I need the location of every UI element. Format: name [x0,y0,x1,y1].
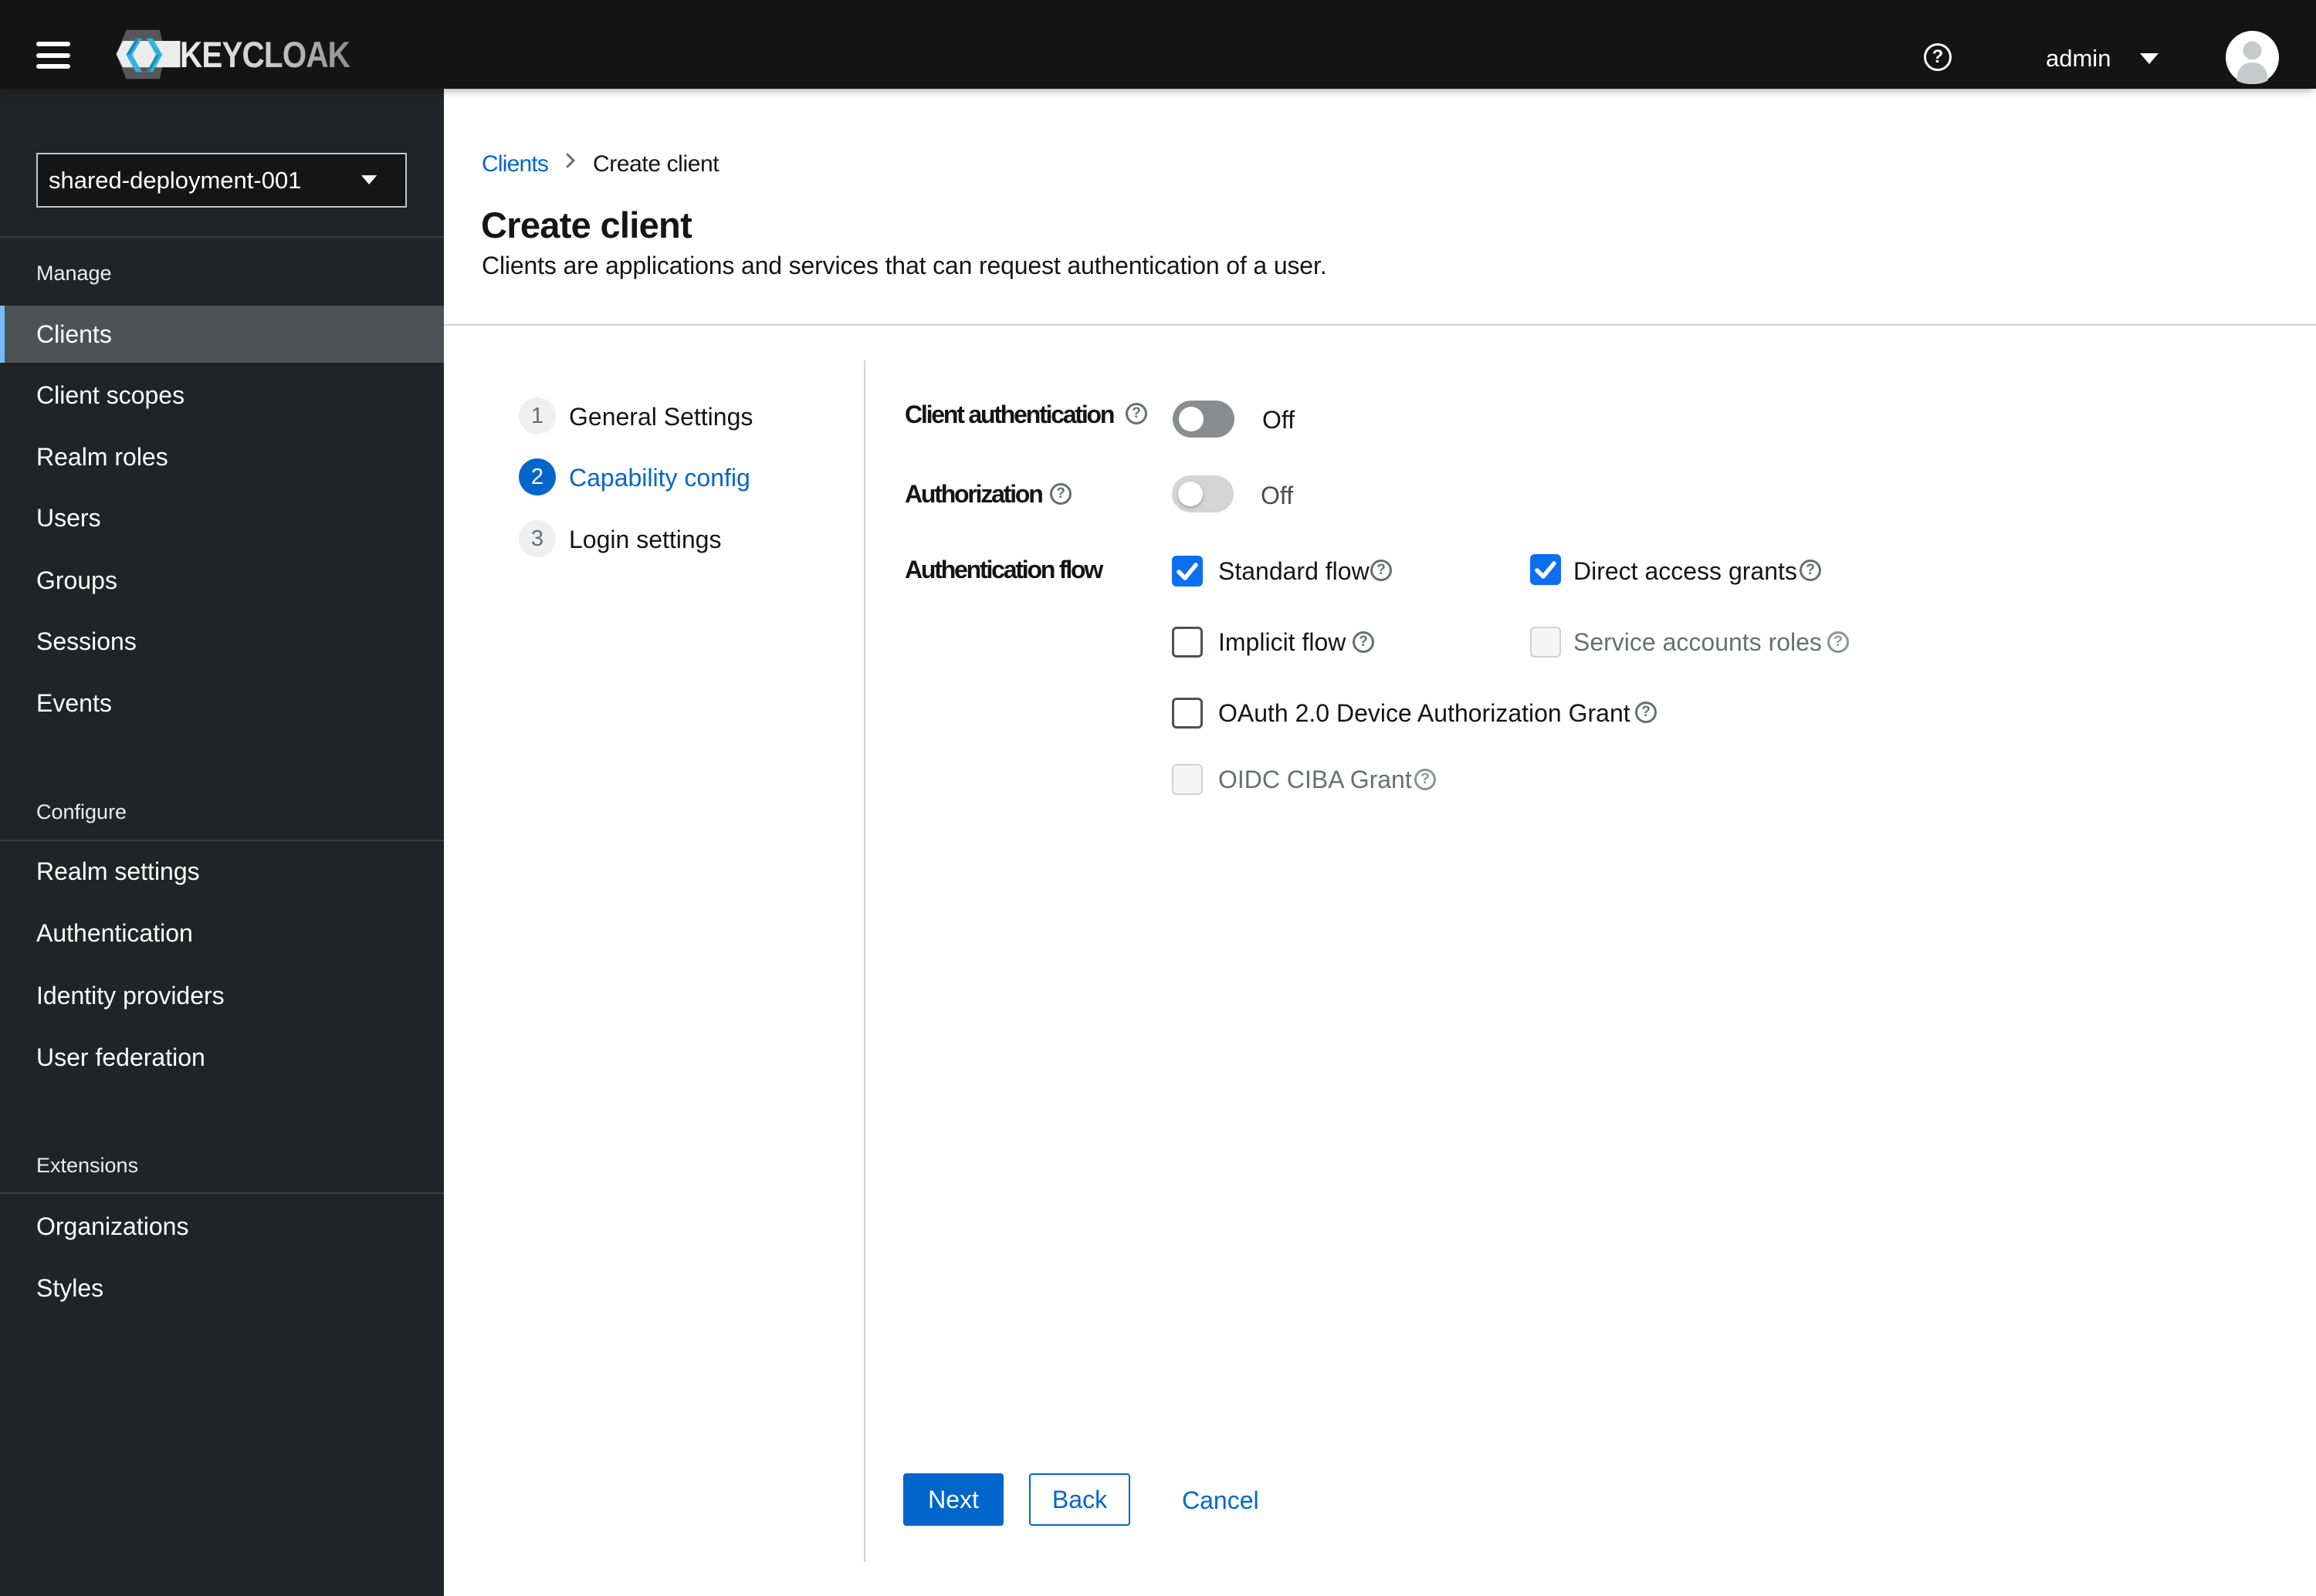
svg-text:KEYCLOAK: KEYCLOAK [180,34,350,75]
